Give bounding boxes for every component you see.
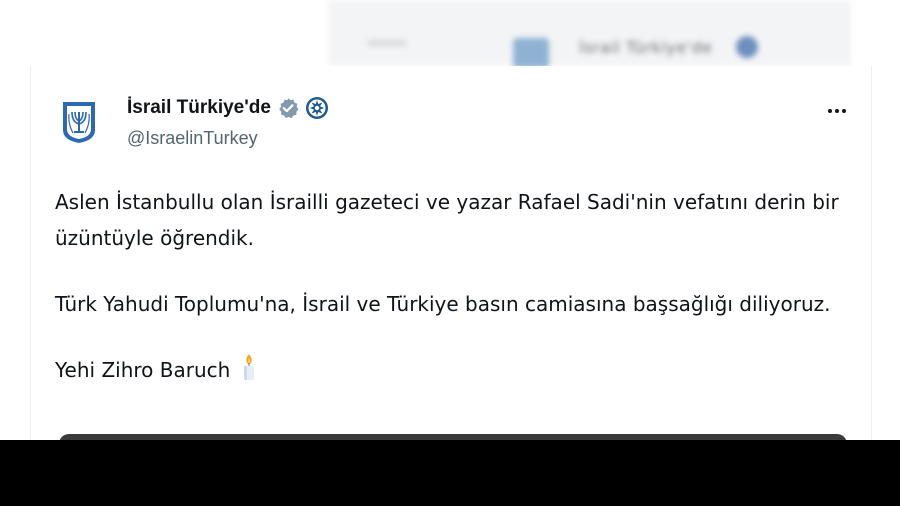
tweet-text: Aslen İstanbullu olan İsrailli gazeteci …	[55, 184, 845, 392]
verified-badge-icon[interactable]	[277, 97, 299, 119]
blurred-line	[367, 40, 407, 46]
user-handle[interactable]: @IsraelinTurkey	[127, 128, 258, 149]
avatar[interactable]	[57, 100, 101, 144]
blurred-tweet-header: İsrail Türkiye'de	[330, 0, 850, 66]
tweet-paragraph-2: Türk Yahudi Toplumu'na, İsrail ve Türkiy…	[55, 292, 831, 316]
author-name-row: İsrail Türkiye'de	[127, 96, 329, 120]
tweet-paragraph-1: Aslen İstanbullu olan İsrailli gazeteci …	[55, 190, 839, 250]
tweet-card[interactable]: İsrail Türkiye'de @IsraelinTurkey Aslen …	[30, 66, 872, 444]
government-affiliation-icon[interactable]	[305, 96, 329, 120]
more-dot	[828, 109, 832, 113]
more-options-icon[interactable]	[823, 102, 851, 120]
emblem-of-israel-icon	[63, 102, 95, 143]
more-dot	[842, 109, 846, 113]
letterbox-bar	[0, 440, 900, 506]
tweet-paragraph-3: Yehi Zihro Baruch	[55, 352, 845, 392]
blurred-name: İsrail Türkiye'de	[579, 38, 713, 57]
display-name[interactable]: İsrail Türkiye'de	[127, 97, 271, 119]
background-tweet: İsrail Türkiye'de	[0, 0, 900, 66]
blurred-badge-icon	[736, 36, 758, 58]
blurred-avatar	[513, 38, 549, 66]
candle-emoji-icon	[240, 353, 258, 392]
closing-line: Yehi Zihro Baruch	[55, 358, 231, 382]
more-dot	[835, 109, 839, 113]
